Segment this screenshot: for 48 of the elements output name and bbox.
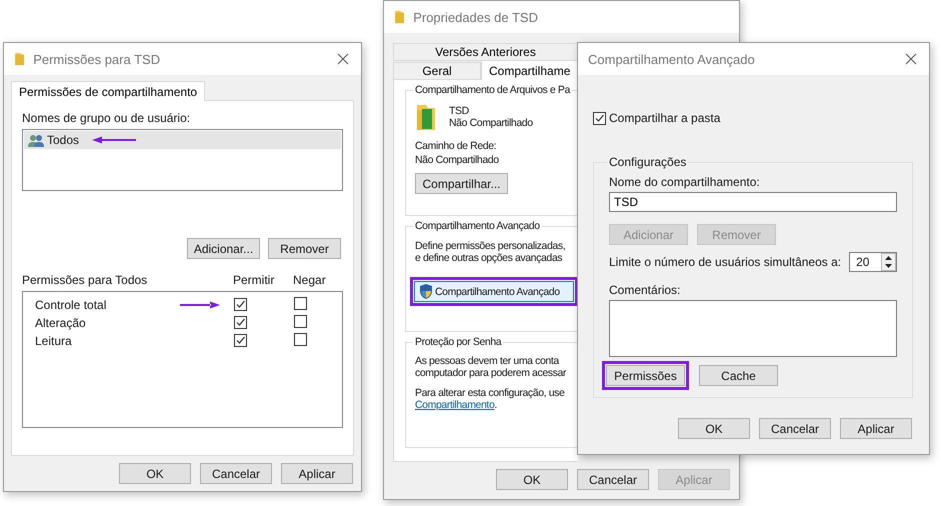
dialog-button[interactable]: OK bbox=[119, 463, 191, 484]
share-folder-label: Compartilhar a pasta bbox=[609, 111, 720, 125]
dialog-button[interactable]: Cancelar bbox=[577, 469, 649, 490]
list-button[interactable]: Adicionar... bbox=[187, 238, 260, 259]
dialog-button[interactable]: Aplicar bbox=[281, 463, 353, 484]
tab[interactable]: Permissões de compartilhamento bbox=[11, 81, 206, 101]
advanced-description: Define permissões personalizadas, e define outras opções avançadas bbox=[415, 240, 566, 264]
tab[interactable]: Geral bbox=[393, 62, 481, 80]
folder-name: TSD bbox=[449, 105, 469, 117]
share-name-field[interactable]: TSD bbox=[609, 192, 897, 212]
settings-button[interactable]: Cache bbox=[699, 365, 778, 386]
window-title: Permissões para TSD bbox=[33, 52, 162, 66]
permission-name: Alteração bbox=[35, 316, 86, 330]
settings-note: Para alterar esta configuração, use bbox=[415, 387, 564, 399]
group-title: Compartilhamento Avançado bbox=[414, 220, 541, 232]
dialog-button[interactable]: OK bbox=[678, 418, 750, 439]
list-button[interactable]: Remover bbox=[268, 238, 341, 259]
network-path-label: Caminho de Rede: bbox=[415, 140, 496, 152]
group-title: Proteção por Senha bbox=[414, 336, 503, 348]
settings-button[interactable]: Permissões bbox=[606, 365, 685, 386]
dialog-button[interactable]: Cancelar bbox=[759, 418, 831, 439]
group-title: Configurações bbox=[608, 155, 688, 169]
share-button[interactable]: Compartilhar... bbox=[415, 173, 508, 194]
window-title: Propriedades de TSD bbox=[413, 10, 539, 24]
network-path: Não Compartilhado bbox=[415, 154, 499, 166]
share-status: Não Compartilhado bbox=[449, 117, 533, 129]
dialog-button[interactable]: Aplicar bbox=[840, 418, 912, 439]
permission-name: Controle total bbox=[35, 298, 106, 312]
share-name-label: Nome do compartilhamento: bbox=[609, 175, 760, 189]
period-text: . bbox=[494, 399, 497, 411]
advanced-sharing-button[interactable]: Compartilhamento Avançado bbox=[414, 281, 574, 302]
password-description: As pessoas devem ter uma conta computador para poderem acessar bbox=[415, 355, 566, 379]
group-title: Compartilhamento de Arquivos e Pa bbox=[414, 84, 572, 96]
user-item[interactable]: Todos bbox=[24, 131, 341, 149]
dialog-button[interactable]: Cancelar bbox=[200, 463, 272, 484]
tab[interactable]: Versões Anteriores bbox=[393, 43, 578, 61]
column-header: Permitir bbox=[233, 273, 274, 287]
users-label: Nomes de grupo ou de usuário: bbox=[22, 111, 190, 125]
permission-name: Leitura bbox=[35, 334, 72, 348]
permissions-label: Permissões para Todos bbox=[22, 273, 148, 287]
tab[interactable]: Compartilhame bbox=[481, 60, 578, 80]
dialog-button[interactable]: OK bbox=[496, 469, 568, 490]
sharing-link[interactable]: Compartilhamento bbox=[415, 399, 494, 411]
user-limit-spinner[interactable]: 20 bbox=[849, 252, 897, 272]
window-title: Compartilhamento Avançado bbox=[588, 52, 756, 66]
column-header: Negar bbox=[293, 273, 326, 287]
user-limit-label: Limite o número de usuários simultâneos a: bbox=[609, 255, 842, 269]
comments-label: Comentários: bbox=[609, 283, 680, 297]
